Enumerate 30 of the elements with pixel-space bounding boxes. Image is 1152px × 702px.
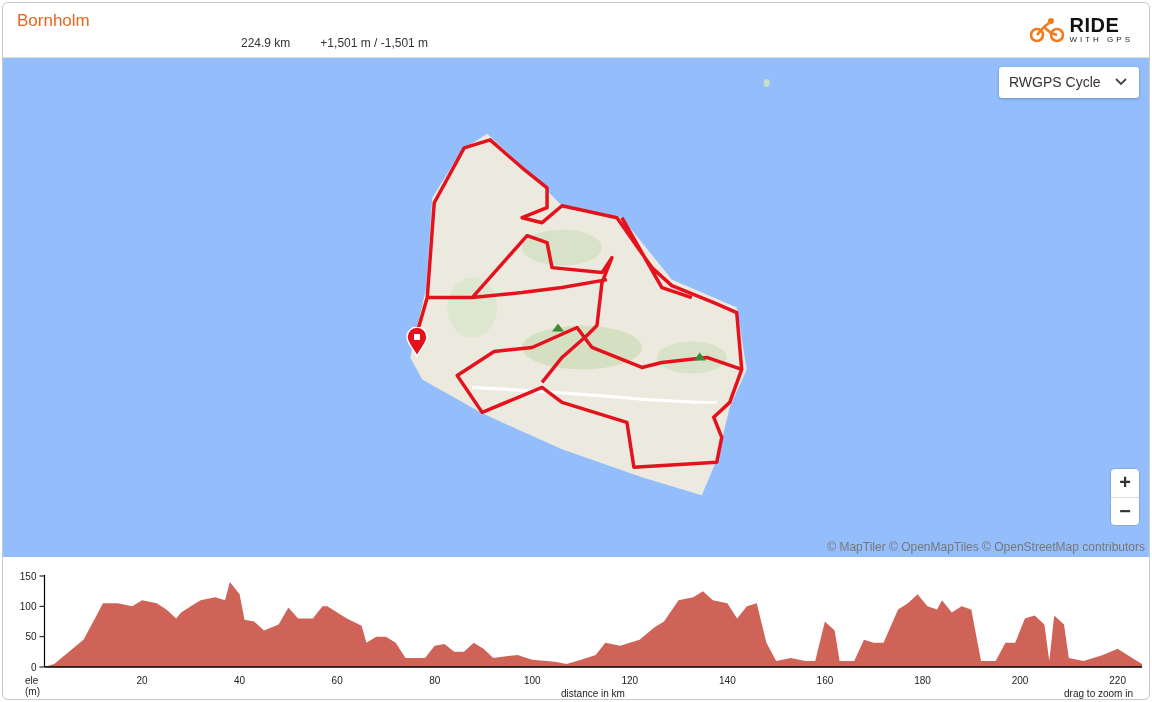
cyclist-icon — [1029, 16, 1066, 43]
y-axis-label: ele (m) — [25, 675, 41, 697]
elevation-stat: +1,501 m / -1,501 m — [320, 36, 429, 50]
x-axis-label: distance in km — [561, 688, 625, 699]
x-tick-label: 80 — [429, 675, 441, 686]
y-tick-label: 150 — [19, 570, 37, 582]
x-tick-label: 60 — [331, 675, 343, 686]
chevron-down-icon — [1115, 78, 1127, 87]
logo-tagline: WITH GPS — [1069, 36, 1133, 45]
x-tick-label: 100 — [523, 675, 541, 686]
x-tick-label: 40 — [234, 675, 246, 686]
zoom-hint: drag to zoom in — [1064, 688, 1133, 699]
x-tick-label: 120 — [621, 675, 639, 686]
zoom-out-button[interactable]: − — [1111, 496, 1139, 525]
x-tick-label: 220 — [1109, 675, 1126, 686]
route-title: Bornholm — [17, 11, 91, 31]
x-tick-label: 160 — [816, 675, 834, 686]
distance-stat: 224.9 km — [241, 36, 291, 50]
x-tick-label: 140 — [719, 675, 736, 686]
y-tick-label: 50 — [25, 631, 37, 643]
logo-wordmark: RIDE — [1069, 15, 1121, 36]
y-tick-label: 0 — [30, 661, 37, 673]
x-tick-label: 20 — [136, 675, 148, 686]
map-style-dropdown[interactable]: RWGPS Cycle — [999, 66, 1139, 98]
map-marker-icon — [406, 326, 428, 357]
map-attribution: © MapTiler © OpenMapTiles © OpenStreetMap contributors — [827, 540, 1145, 554]
x-tick-label: 200 — [1011, 675, 1029, 686]
y-tick-label: 100 — [19, 600, 37, 612]
zoom-in-button[interactable]: + — [1111, 468, 1139, 497]
x-tick-label: 180 — [914, 675, 931, 686]
